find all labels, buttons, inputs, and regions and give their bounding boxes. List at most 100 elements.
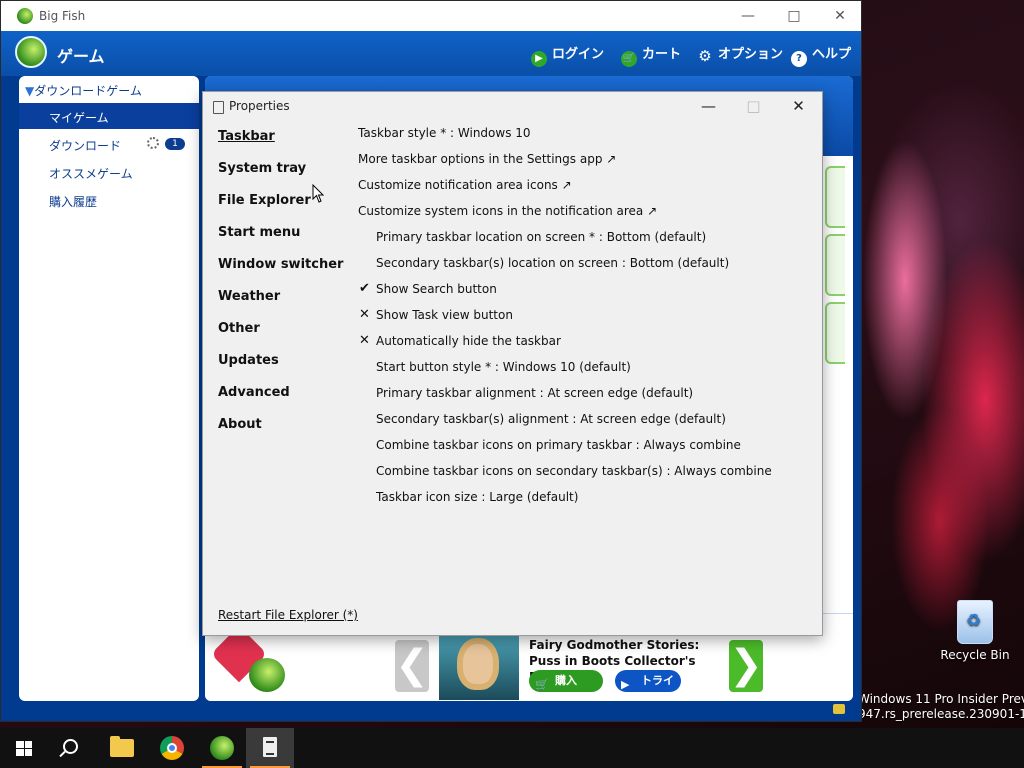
sidebar-item-download[interactable]: ダウンロード 1 bbox=[19, 131, 199, 157]
nav-window-switcher[interactable]: Window switcher bbox=[218, 257, 343, 272]
sidebar-section-header[interactable]: ▼ダウンロードゲーム bbox=[25, 82, 142, 99]
sidebar-item-label: 購入履歴 bbox=[49, 195, 98, 209]
recycle-bin-label: Recycle Bin bbox=[940, 648, 1010, 662]
properties-title: Properties bbox=[229, 99, 290, 113]
buy-button[interactable]: 🛒 購入 bbox=[529, 670, 603, 692]
restart-file-explorer-link[interactable]: Restart File Explorer (*) bbox=[218, 608, 358, 622]
cross-icon: ✕ bbox=[359, 307, 370, 322]
sidebar-item-label: ダウンロード bbox=[49, 139, 122, 153]
nav-weather[interactable]: Weather bbox=[218, 289, 280, 304]
properties-icon bbox=[263, 737, 277, 757]
option-customize-notification-icons[interactable]: Customize notification area icons ↗ bbox=[358, 178, 572, 192]
properties-minimize-button[interactable]: — bbox=[686, 92, 731, 120]
play-icon: ▶ bbox=[531, 51, 547, 67]
cross-icon: ✕ bbox=[359, 333, 370, 348]
minimize-button[interactable]: — bbox=[725, 1, 771, 31]
option-customize-system-icons[interactable]: Customize system icons in the notificati… bbox=[358, 204, 657, 218]
nav-updates[interactable]: Updates bbox=[218, 353, 279, 368]
os-watermark: Windows 11 Pro Insider Preview 947.rs_pr… bbox=[858, 692, 1024, 722]
sidebar-item-label: マイゲーム bbox=[49, 111, 109, 125]
option-taskbar-style[interactable]: Taskbar style * : Windows 10 bbox=[358, 126, 531, 140]
sidebar-item-label: オススメゲーム bbox=[49, 167, 133, 181]
game-cover-image[interactable] bbox=[439, 636, 519, 700]
recycle-bin-icon bbox=[957, 600, 993, 644]
bigfish-logo-icon[interactable] bbox=[15, 36, 47, 68]
sidebar-item-my-games[interactable]: マイゲーム bbox=[19, 103, 199, 129]
option-taskbar-icon-size[interactable]: Taskbar icon size : Large (default) bbox=[376, 490, 578, 504]
sidebar-item-recommended[interactable]: オススメゲーム bbox=[19, 159, 199, 185]
side-tab[interactable] bbox=[825, 302, 845, 364]
start-button[interactable] bbox=[0, 728, 48, 768]
fish-mascot bbox=[249, 658, 285, 692]
header-title: ゲーム bbox=[57, 47, 105, 66]
option-secondary-location[interactable]: Secondary taskbar(s) location on screen … bbox=[376, 256, 729, 270]
nav-taskbar[interactable]: Taskbar bbox=[218, 129, 275, 144]
nav-file-explorer[interactable]: File Explorer bbox=[218, 193, 311, 208]
buy-label: 購入 bbox=[555, 674, 577, 687]
options-button[interactable]: ⚙ オプション bbox=[697, 43, 783, 64]
taskbar-file-explorer[interactable] bbox=[98, 728, 146, 768]
next-game-button[interactable]: ❯ bbox=[729, 640, 763, 692]
properties-app-icon bbox=[213, 101, 224, 114]
sidebar-item-purchase-history[interactable]: 購入履歴 bbox=[19, 187, 199, 213]
bigfish-icon bbox=[210, 736, 234, 760]
windows-taskbar bbox=[0, 728, 1024, 768]
side-tab[interactable] bbox=[825, 234, 845, 296]
bigfish-app-icon bbox=[17, 8, 33, 24]
option-show-task-view-button[interactable]: Show Task view button bbox=[376, 308, 513, 322]
maximize-button[interactable]: □ bbox=[771, 1, 817, 31]
cart-icon: 🛒 bbox=[621, 51, 637, 67]
nav-system-tray[interactable]: System tray bbox=[218, 161, 306, 176]
file-explorer-icon bbox=[110, 736, 134, 757]
nav-other[interactable]: Other bbox=[218, 321, 260, 336]
option-start-button-style[interactable]: Start button style * : Windows 10 (defau… bbox=[376, 360, 631, 374]
bigfish-sidebar: ▼ダウンロードゲーム マイゲーム ダウンロード 1 オススメゲーム 購入履歴 bbox=[19, 76, 199, 701]
option-secondary-alignment[interactable]: Secondary taskbar(s) alignment : At scre… bbox=[376, 412, 726, 426]
help-button[interactable]: ? ヘルプ bbox=[791, 43, 851, 67]
try-label: トライ bbox=[641, 674, 674, 687]
sidebar-section-title: ダウンロードゲーム bbox=[34, 84, 142, 98]
option-primary-alignment[interactable]: Primary taskbar alignment : At screen ed… bbox=[376, 386, 693, 400]
loading-spinner-icon bbox=[147, 137, 159, 149]
recycle-bin[interactable]: Recycle Bin bbox=[940, 600, 1010, 662]
triangle-down-icon: ▼ bbox=[25, 84, 35, 98]
try-button[interactable]: ▶ トライ bbox=[615, 670, 681, 692]
properties-dialog: Properties — □ ✕ Taskbar System tray Fil… bbox=[202, 91, 823, 636]
mouse-cursor-icon bbox=[312, 184, 325, 203]
login-label: ログイン bbox=[552, 47, 605, 62]
cart-icon: 🛒 bbox=[535, 678, 549, 691]
taskbar-bigfish[interactable] bbox=[198, 728, 246, 768]
taskbar-search-button[interactable] bbox=[48, 728, 96, 768]
watermark-line-1: Windows 11 Pro Insider Preview bbox=[858, 692, 1024, 706]
close-button[interactable]: ✕ bbox=[817, 1, 863, 31]
side-tab[interactable] bbox=[825, 166, 845, 228]
hearts-mascot-image bbox=[210, 625, 285, 692]
windows-start-icon bbox=[16, 741, 32, 756]
bigfish-window-title: Big Fish bbox=[39, 9, 86, 23]
nav-start-menu[interactable]: Start menu bbox=[218, 225, 300, 240]
properties-close-button[interactable]: ✕ bbox=[776, 92, 821, 120]
prev-game-button[interactable]: ❮ bbox=[395, 640, 429, 692]
bigfish-header: ゲーム ▶ ログイン 🛒 カート ⚙ オプション ? ヘルプ bbox=[1, 31, 861, 76]
help-icon: ? bbox=[791, 51, 807, 67]
taskbar-chrome[interactable] bbox=[148, 728, 196, 768]
play-icon: ▶ bbox=[621, 678, 630, 691]
search-icon bbox=[63, 739, 78, 754]
option-auto-hide-taskbar[interactable]: Automatically hide the taskbar bbox=[376, 334, 561, 348]
option-show-search-button[interactable]: Show Search button bbox=[376, 282, 497, 296]
cover-art bbox=[463, 644, 493, 684]
gear-icon: ⚙ bbox=[698, 47, 712, 65]
options-label: オプション bbox=[718, 47, 784, 62]
cart-button[interactable]: 🛒 カート bbox=[621, 43, 681, 67]
option-combine-secondary[interactable]: Combine taskbar icons on secondary taskb… bbox=[376, 464, 772, 478]
nav-about[interactable]: About bbox=[218, 417, 262, 432]
bigfish-titlebar[interactable]: Big Fish — □ ✕ bbox=[1, 1, 861, 31]
login-button[interactable]: ▶ ログイン bbox=[531, 43, 604, 67]
option-primary-location[interactable]: Primary taskbar location on screen * : B… bbox=[376, 230, 706, 244]
option-combine-primary[interactable]: Combine taskbar icons on primary taskbar… bbox=[376, 438, 741, 452]
properties-maximize-button: □ bbox=[746, 97, 761, 115]
chrome-icon bbox=[160, 736, 184, 760]
nav-advanced[interactable]: Advanced bbox=[218, 385, 290, 400]
taskbar-properties[interactable] bbox=[246, 728, 294, 768]
option-more-taskbar-options[interactable]: More taskbar options in the Settings app… bbox=[358, 152, 616, 166]
